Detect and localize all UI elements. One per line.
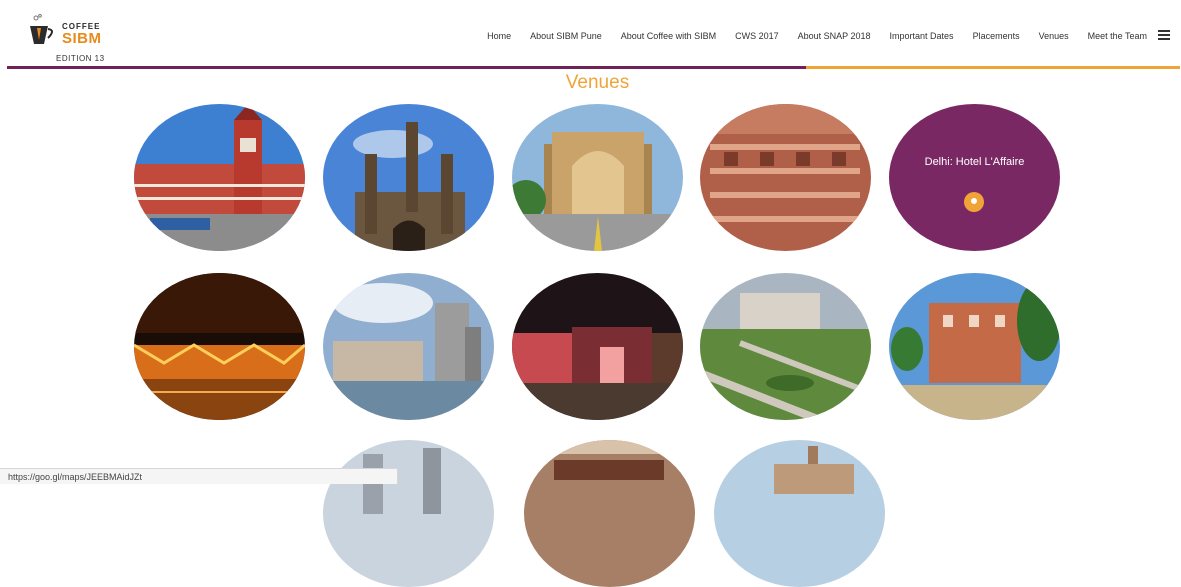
venue-photo-howrah-bridge	[134, 273, 305, 420]
venues-heading: Venues	[565, 72, 630, 93]
header-divider-orange	[806, 66, 1180, 69]
venue-card-jaipur[interactable]	[700, 104, 871, 251]
venue-card-row3-2[interactable]	[524, 440, 695, 587]
venue-card-chennai[interactable]	[134, 104, 305, 251]
venue-photo-city-aerial	[700, 273, 871, 420]
hamburger-menu-icon[interactable]	[1158, 29, 1170, 41]
map-pin-icon[interactable]	[964, 192, 984, 212]
site-header: COFFEE SIBM EDITION 13 Home About SIBM P…	[0, 0, 1181, 66]
header-divider-purple	[7, 66, 806, 69]
venue-card-pune[interactable]	[512, 273, 683, 420]
venue-card-lucknow[interactable]	[512, 104, 683, 251]
nav-important-dates[interactable]: Important Dates	[890, 31, 954, 41]
venue-photo-clock-tower	[134, 104, 305, 251]
nav-about-coffee-with-sibm[interactable]: About Coffee with SIBM	[621, 31, 716, 41]
venue-card-kolkata[interactable]	[134, 273, 305, 420]
venue-card-row3-3[interactable]	[714, 440, 885, 587]
venue-photo-fort	[524, 440, 695, 587]
venue-photo-shaniwar-wada	[512, 273, 683, 420]
main-nav: Home About SIBM Pune About Coffee with S…	[468, 31, 1147, 41]
logo-edition-text: EDITION 13	[56, 54, 105, 63]
venue-card-indore[interactable]	[889, 273, 1060, 420]
coffee-sibm-logo[interactable]: COFFEE SIBM EDITION 13	[26, 10, 126, 63]
nav-meet-the-team[interactable]: Meet the Team	[1088, 31, 1147, 41]
nav-home[interactable]: Home	[487, 31, 511, 41]
nav-cws-2017[interactable]: CWS 2017	[735, 31, 779, 41]
venue-label-delhi: Delhi: Hotel L'Affaire	[924, 156, 1025, 168]
nav-venues[interactable]: Venues	[1039, 31, 1069, 41]
venue-photo-hawa-mahal	[700, 104, 871, 251]
nav-about-sibm-pune[interactable]: About SIBM Pune	[530, 31, 602, 41]
nav-about-snap-2018[interactable]: About SNAP 2018	[798, 31, 871, 41]
venue-card-bengaluru[interactable]	[700, 273, 871, 420]
coffee-cup-icon	[30, 14, 53, 44]
browser-status-url: https://goo.gl/maps/JEEBMAidJZt	[0, 468, 398, 484]
logo-sibm-text: SIBM	[62, 30, 102, 47]
venue-photo-monument	[714, 440, 885, 587]
venue-photo-charminar	[323, 104, 494, 251]
venue-card-hyderabad[interactable]	[323, 104, 494, 251]
venue-photo-taj-hotel	[323, 273, 494, 420]
venue-photo-rajwada	[889, 273, 1060, 420]
venue-card-row3-1[interactable]	[323, 440, 494, 587]
venue-card-mumbai[interactable]	[323, 273, 494, 420]
venue-photo-rumi-darwaza	[512, 104, 683, 251]
nav-placements[interactable]: Placements	[973, 31, 1020, 41]
venue-photo-skyline	[323, 440, 494, 587]
venue-card-delhi[interactable]: Delhi: Hotel L'Affaire	[889, 104, 1060, 251]
